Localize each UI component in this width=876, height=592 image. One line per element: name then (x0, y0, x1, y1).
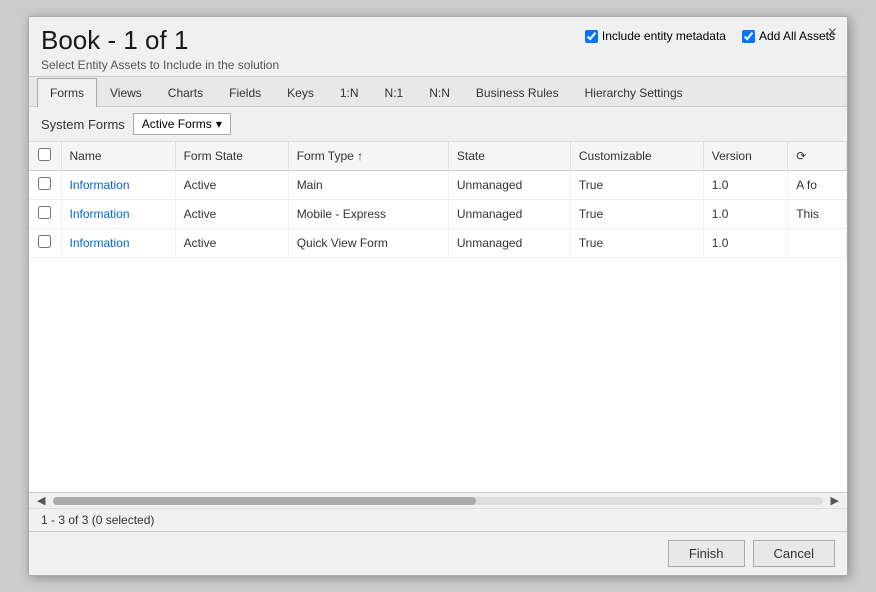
row-check-1 (29, 171, 61, 200)
row-2-checkbox[interactable] (38, 206, 51, 219)
scroll-left-arrow[interactable]: ◀ (33, 494, 49, 507)
col-refresh[interactable]: ⟳ (788, 142, 847, 171)
title-right: Include entity metadata Add All Assets (585, 29, 835, 43)
scroll-right-arrow[interactable]: ▶ (827, 494, 843, 507)
sub-toolbar: System Forms Active Forms ▾ (29, 107, 847, 142)
dialog-subtitle: Select Entity Assets to Include in the s… (41, 58, 279, 72)
row-3-extra (788, 229, 847, 258)
title-left: Book - 1 of 1 Select Entity Assets to In… (41, 25, 279, 72)
forms-table-container[interactable]: Name Form State Form Type ↑ State Custom… (29, 142, 847, 492)
refresh-icon[interactable]: ⟳ (796, 149, 806, 163)
tab-forms[interactable]: Forms (37, 78, 97, 107)
row-1-state: Unmanaged (448, 171, 570, 200)
sort-asc-icon: ↑ (357, 149, 363, 163)
select-all-checkbox[interactable] (38, 148, 51, 161)
tabs-bar: Forms Views Charts Fields Keys 1:N N:1 N… (29, 76, 847, 107)
tab-1n[interactable]: 1:N (327, 78, 372, 107)
add-all-assets-checkbox[interactable] (742, 30, 755, 43)
row-3-form-type: Quick View Form (288, 229, 448, 258)
tab-hierarchy-settings[interactable]: Hierarchy Settings (572, 78, 696, 107)
main-dialog: × Book - 1 of 1 Select Entity Assets to … (28, 16, 848, 576)
row-3-checkbox[interactable] (38, 235, 51, 248)
status-bar: 1 - 3 of 3 (0 selected) (29, 508, 847, 531)
add-all-assets-label[interactable]: Add All Assets (742, 29, 835, 43)
row-1-extra: A fo (788, 171, 847, 200)
row-1-name[interactable]: Information (61, 171, 175, 200)
table-header-row: Name Form State Form Type ↑ State Custom… (29, 142, 847, 171)
active-forms-dropdown[interactable]: Active Forms ▾ (133, 113, 231, 135)
row-1-version: 1.0 (703, 171, 787, 200)
col-name[interactable]: Name (61, 142, 175, 171)
horizontal-scrollbar[interactable]: ◀ ▶ (29, 492, 847, 508)
forms-table: Name Form State Form Type ↑ State Custom… (29, 142, 847, 258)
row-2-extra: This (788, 200, 847, 229)
row-2-form-type: Mobile - Express (288, 200, 448, 229)
finish-button[interactable]: Finish (668, 540, 745, 567)
row-2-state: Unmanaged (448, 200, 570, 229)
tab-fields[interactable]: Fields (216, 78, 274, 107)
row-1-form-state: Active (175, 171, 288, 200)
tab-n1[interactable]: N:1 (372, 78, 417, 107)
system-forms-label: System Forms (41, 117, 125, 132)
dropdown-label: Active Forms (142, 117, 212, 131)
table-row[interactable]: Information Active Quick View Form Unman… (29, 229, 847, 258)
status-text: 1 - 3 of 3 (0 selected) (41, 513, 154, 527)
cancel-button[interactable]: Cancel (753, 540, 835, 567)
include-entity-metadata-checkbox[interactable] (585, 30, 598, 43)
close-button[interactable]: × (828, 25, 837, 41)
row-1-customizable: True (570, 171, 703, 200)
row-check-2 (29, 200, 61, 229)
col-form-type[interactable]: Form Type ↑ (288, 142, 448, 171)
tab-keys[interactable]: Keys (274, 78, 327, 107)
col-form-state[interactable]: Form State (175, 142, 288, 171)
row-2-form-state: Active (175, 200, 288, 229)
tab-nn[interactable]: N:N (416, 78, 463, 107)
tab-charts[interactable]: Charts (155, 78, 216, 107)
row-3-name[interactable]: Information (61, 229, 175, 258)
col-version[interactable]: Version (703, 142, 787, 171)
table-row[interactable]: Information Active Main Unmanaged True 1… (29, 171, 847, 200)
dialog-footer: Finish Cancel (29, 531, 847, 575)
row-1-checkbox[interactable] (38, 177, 51, 190)
row-3-version: 1.0 (703, 229, 787, 258)
chevron-down-icon: ▾ (216, 117, 222, 131)
col-state[interactable]: State (448, 142, 570, 171)
row-check-3 (29, 229, 61, 258)
tab-views[interactable]: Views (97, 78, 155, 107)
row-2-name[interactable]: Information (61, 200, 175, 229)
include-entity-metadata-label[interactable]: Include entity metadata (585, 29, 726, 43)
row-2-customizable: True (570, 200, 703, 229)
row-1-form-type: Main (288, 171, 448, 200)
tab-business-rules[interactable]: Business Rules (463, 78, 572, 107)
scroll-thumb[interactable] (53, 497, 476, 505)
col-customizable[interactable]: Customizable (570, 142, 703, 171)
title-bar: Book - 1 of 1 Select Entity Assets to In… (29, 17, 847, 76)
col-check (29, 142, 61, 171)
row-3-customizable: True (570, 229, 703, 258)
row-2-version: 1.0 (703, 200, 787, 229)
row-3-form-state: Active (175, 229, 288, 258)
table-row[interactable]: Information Active Mobile - Express Unma… (29, 200, 847, 229)
row-3-state: Unmanaged (448, 229, 570, 258)
dialog-title: Book - 1 of 1 (41, 25, 279, 56)
scroll-track[interactable] (53, 497, 822, 505)
